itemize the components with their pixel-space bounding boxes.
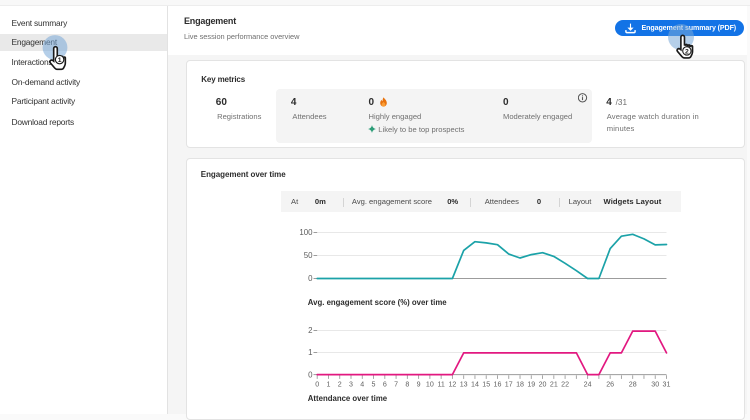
- svg-text:20: 20: [539, 380, 547, 388]
- svg-text:0: 0: [315, 380, 319, 388]
- svg-text:2: 2: [338, 380, 342, 388]
- svg-text:14: 14: [471, 380, 479, 388]
- svg-text:0: 0: [308, 370, 313, 379]
- svg-text:11: 11: [437, 380, 444, 388]
- svg-text:0: 0: [308, 274, 313, 283]
- svg-text:15: 15: [482, 380, 490, 388]
- svg-text:9: 9: [417, 380, 421, 388]
- svg-text:2: 2: [685, 48, 689, 55]
- svg-text:2: 2: [308, 326, 312, 335]
- svg-text:18: 18: [516, 380, 524, 388]
- svg-text:10: 10: [426, 380, 434, 388]
- svg-text:22: 22: [561, 380, 569, 388]
- svg-text:6: 6: [383, 380, 387, 388]
- svg-text:24: 24: [584, 380, 592, 388]
- svg-text:5: 5: [372, 380, 376, 388]
- svg-text:17: 17: [505, 380, 513, 388]
- svg-text:16: 16: [494, 380, 502, 388]
- svg-text:26: 26: [606, 380, 614, 388]
- svg-text:7: 7: [394, 380, 398, 388]
- svg-text:31: 31: [663, 380, 671, 388]
- svg-text:13: 13: [460, 380, 468, 388]
- svg-text:12: 12: [448, 380, 456, 388]
- svg-text:50: 50: [304, 251, 313, 260]
- svg-text:1: 1: [326, 380, 330, 388]
- svg-text:19: 19: [527, 380, 535, 388]
- svg-text:1: 1: [58, 57, 62, 64]
- svg-text:100: 100: [299, 228, 313, 237]
- svg-text:21: 21: [550, 380, 558, 388]
- svg-text:1: 1: [308, 348, 312, 357]
- svg-text:28: 28: [629, 380, 637, 388]
- svg-text:30: 30: [651, 380, 659, 388]
- svg-text:8: 8: [405, 380, 409, 388]
- svg-text:3: 3: [349, 380, 353, 388]
- svg-text:4: 4: [360, 380, 364, 388]
